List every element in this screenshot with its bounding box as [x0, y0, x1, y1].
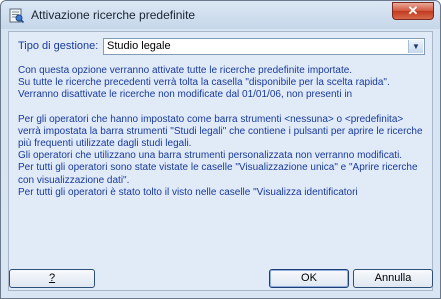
window-title: Attivazione ricerche predefinite [31, 8, 196, 22]
help-button[interactable]: ? [9, 269, 95, 288]
title-bar[interactable]: Attivazione ricerche predefinite ✕ [1, 1, 440, 31]
ok-label: OK [301, 272, 317, 284]
info-line: Gli operatori che utilizzano una barra s… [18, 150, 403, 162]
close-icon: ✕ [407, 3, 419, 18]
info-line: Per tutti gli operatori è stato tolto il… [18, 186, 358, 198]
dialog-window: Attivazione ricerche predefinite ✕ Tipo … [0, 0, 441, 299]
app-icon [9, 8, 24, 23]
info-line: Con questa opzione verranno attivate tut… [18, 65, 353, 76]
close-button[interactable]: ✕ [392, 2, 434, 20]
info-spacer [18, 102, 428, 114]
info-line: Per gli operatori che hanno impostato co… [18, 113, 423, 150]
info-line: Per tutti gli operatori sono state vista… [18, 162, 418, 186]
info-text: Con questa opzione verranno attivate tut… [18, 65, 428, 199]
chevron-down-icon[interactable]: ▼ [408, 40, 423, 53]
ok-button[interactable]: OK [269, 269, 349, 288]
help-label: ? [48, 272, 56, 284]
info-line: Su tutte le ricerche precedenti verrà to… [18, 77, 390, 89]
info-line: Verranno disattivate le ricerche non mod… [18, 89, 353, 101]
cancel-button[interactable]: Annulla [353, 269, 433, 288]
cancel-label: Annulla [374, 272, 412, 284]
tipo-gestione-label: Tipo di gestione: [18, 40, 99, 52]
tipo-gestione-value: Studio legale [107, 40, 171, 52]
tipo-gestione-select[interactable]: Studio legale ▼ [103, 38, 425, 55]
dialog-body: Tipo di gestione: Studio legale ▼ Con qu… [8, 31, 433, 291]
